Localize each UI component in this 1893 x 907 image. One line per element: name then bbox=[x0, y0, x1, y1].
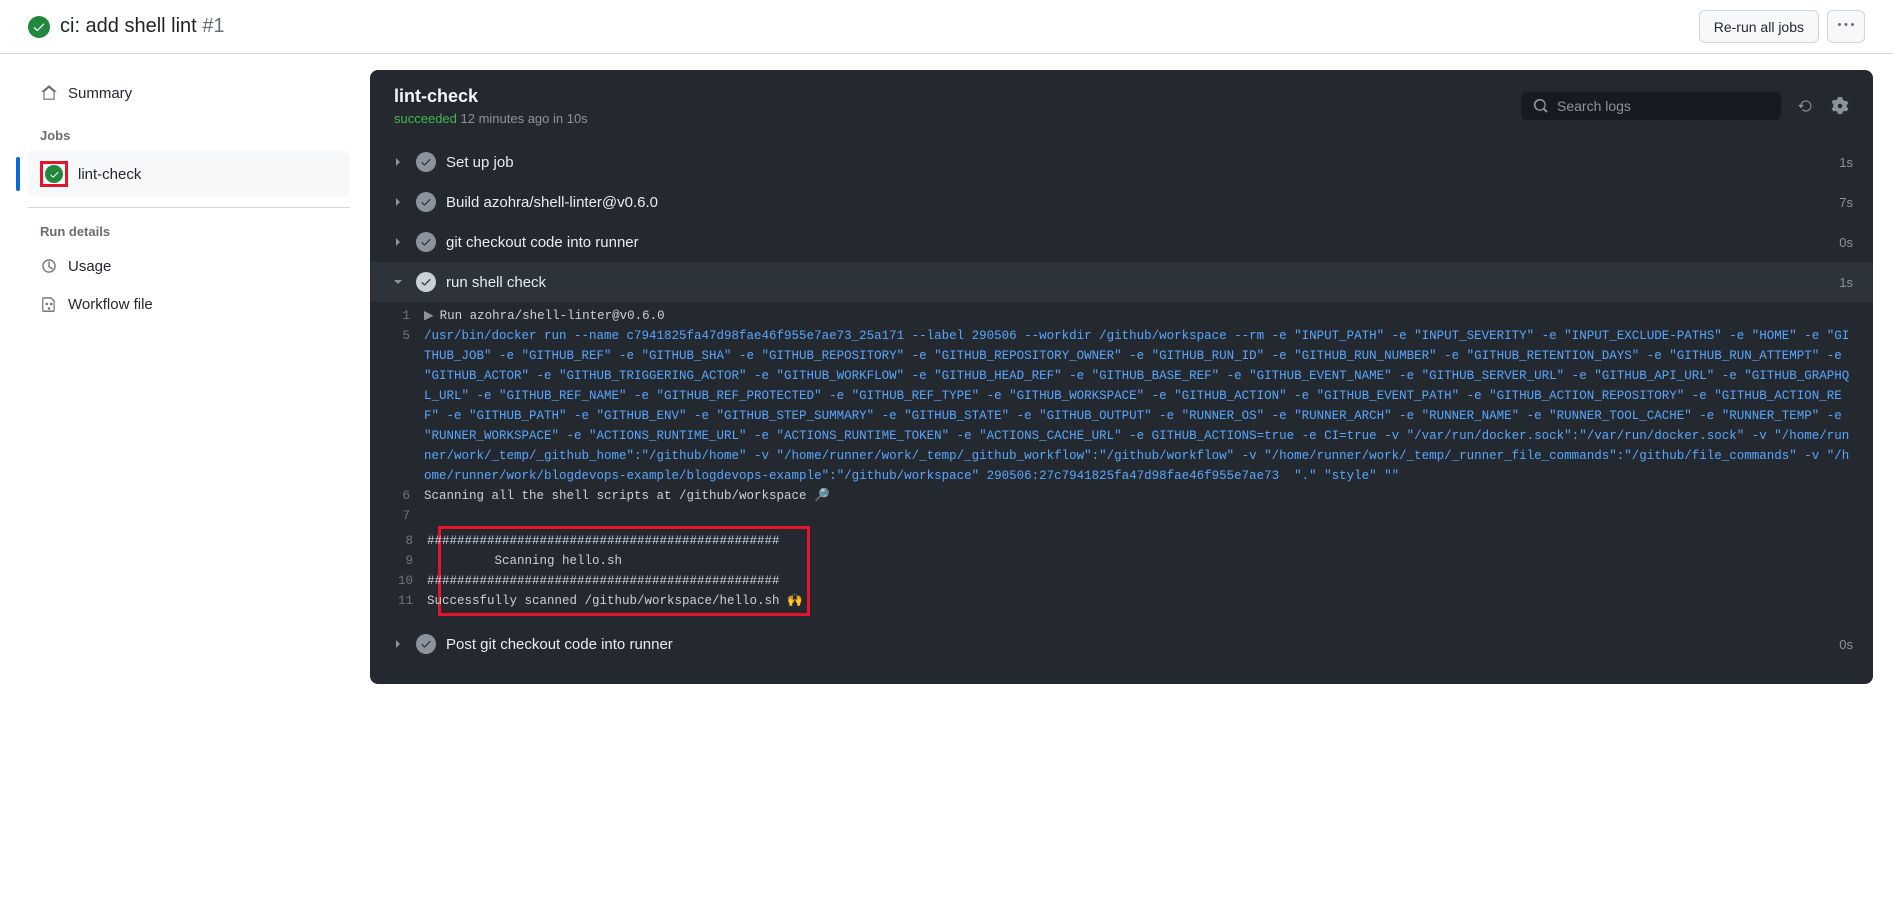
log-line[interactable]: 11Successfully scanned /github/workspace… bbox=[393, 591, 803, 611]
log-output: 1▶Run azohra/shell-linter@v0.6.0 5/usr/b… bbox=[370, 302, 1873, 624]
page-header: ci: add shell lint #1 Re-run all jobs bbox=[0, 0, 1893, 54]
stopwatch-icon bbox=[40, 257, 58, 275]
step-label: Build azohra/shell-linter@v0.6.0 bbox=[446, 194, 1839, 211]
chevron-right-icon bbox=[390, 194, 406, 210]
step-label: Set up job bbox=[446, 154, 1839, 171]
job-label: lint-check bbox=[78, 166, 141, 183]
check-circle-icon bbox=[28, 16, 50, 38]
sidebar-workflow-file[interactable]: Workflow file bbox=[28, 285, 350, 323]
summary-label: Summary bbox=[68, 85, 132, 102]
sidebar-job-lint-check[interactable]: lint-check bbox=[28, 151, 350, 197]
log-text bbox=[424, 506, 1853, 526]
chevron-right-icon bbox=[390, 636, 406, 652]
check-circle-icon bbox=[416, 192, 436, 212]
step-time: 1s bbox=[1839, 155, 1853, 170]
rerun-all-button[interactable]: Re-run all jobs bbox=[1699, 10, 1819, 43]
annotation-highlight bbox=[40, 161, 68, 187]
log-text: ########################################… bbox=[427, 571, 803, 591]
step-time: 7s bbox=[1839, 195, 1853, 210]
log-line[interactable]: 6Scanning all the shell scripts at /gith… bbox=[390, 486, 1853, 506]
workflowfile-label: Workflow file bbox=[68, 296, 153, 313]
steps-list: Set up job 1s Build azohra/shell-linter@… bbox=[370, 136, 1873, 684]
log-text: Scanning hello.sh bbox=[427, 551, 803, 571]
log-line[interactable]: 8#######################################… bbox=[393, 531, 803, 551]
check-circle-icon bbox=[416, 634, 436, 654]
chevron-right-icon bbox=[390, 154, 406, 170]
step-time: 0s bbox=[1839, 637, 1853, 652]
refresh-icon[interactable] bbox=[1797, 97, 1815, 115]
panel-header: lint-check succeeded 12 minutes ago in 1… bbox=[370, 70, 1873, 136]
header-left: ci: add shell lint #1 bbox=[28, 15, 1699, 38]
step-time: 1s bbox=[1839, 275, 1853, 290]
log-text: ########################################… bbox=[427, 531, 803, 551]
status-rest: 12 minutes ago in 10s bbox=[457, 111, 588, 126]
job-title: lint-check bbox=[394, 86, 1521, 107]
job-subtitle: succeeded 12 minutes ago in 10s bbox=[394, 111, 1521, 126]
search-logs[interactable] bbox=[1521, 92, 1781, 120]
title-number: #1 bbox=[202, 15, 224, 37]
panel-header-left: lint-check succeeded 12 minutes ago in 1… bbox=[394, 86, 1521, 126]
panel-tools bbox=[1521, 92, 1849, 120]
sidebar-usage[interactable]: Usage bbox=[28, 247, 350, 285]
chevron-right-icon bbox=[390, 234, 406, 250]
annotation-highlight: 8#######################################… bbox=[438, 526, 810, 616]
sidebar: Summary Jobs lint-check Run details Usag… bbox=[0, 54, 370, 907]
log-line[interactable]: 9 Scanning hello.sh bbox=[393, 551, 803, 571]
status-word: succeeded bbox=[394, 111, 457, 126]
step-time: 0s bbox=[1839, 235, 1853, 250]
check-circle-icon bbox=[45, 165, 63, 183]
search-input[interactable] bbox=[1557, 98, 1769, 114]
search-icon bbox=[1533, 98, 1549, 114]
step-label: Post git checkout code into runner bbox=[446, 636, 1839, 653]
workflow-file-icon bbox=[40, 295, 58, 313]
step-label: run shell check bbox=[446, 274, 1839, 291]
sidebar-summary[interactable]: Summary bbox=[28, 74, 350, 112]
jobs-heading: Jobs bbox=[40, 128, 350, 143]
workflow-title: ci: add shell lint #1 bbox=[60, 15, 225, 38]
kebab-menu-button[interactable] bbox=[1827, 10, 1865, 43]
step-git-checkout[interactable]: git checkout code into runner 0s bbox=[370, 222, 1873, 262]
layout: Summary Jobs lint-check Run details Usag… bbox=[0, 54, 1893, 907]
step-label: git checkout code into runner bbox=[446, 234, 1839, 251]
main: lint-check succeeded 12 minutes ago in 1… bbox=[370, 54, 1893, 907]
gear-icon[interactable] bbox=[1831, 97, 1849, 115]
divider bbox=[28, 207, 350, 208]
log-text: /usr/bin/docker run --name c7941825fa47d… bbox=[424, 326, 1853, 486]
check-circle-icon bbox=[416, 272, 436, 292]
log-line[interactable]: 5/usr/bin/docker run --name c7941825fa47… bbox=[390, 326, 1853, 486]
check-circle-icon bbox=[416, 232, 436, 252]
check-circle-icon bbox=[416, 152, 436, 172]
log-text: Run azohra/shell-linter@v0.6.0 bbox=[440, 309, 665, 323]
usage-label: Usage bbox=[68, 258, 111, 275]
step-run-shell-check[interactable]: run shell check 1s bbox=[370, 262, 1873, 302]
log-text: Successfully scanned /github/workspace/h… bbox=[427, 591, 803, 611]
log-line[interactable]: 10######################################… bbox=[393, 571, 803, 591]
rundetails-heading: Run details bbox=[40, 224, 350, 239]
chevron-down-icon bbox=[390, 274, 406, 290]
home-icon bbox=[40, 84, 58, 102]
title-text: ci: add shell lint bbox=[60, 15, 197, 37]
job-panel: lint-check succeeded 12 minutes ago in 1… bbox=[370, 70, 1873, 684]
step-build[interactable]: Build azohra/shell-linter@v0.6.0 7s bbox=[370, 182, 1873, 222]
header-actions: Re-run all jobs bbox=[1699, 10, 1865, 43]
step-setup-job[interactable]: Set up job 1s bbox=[370, 142, 1873, 182]
step-post-git-checkout[interactable]: Post git checkout code into runner 0s bbox=[370, 624, 1873, 664]
log-line[interactable]: 7 bbox=[390, 506, 1853, 526]
log-line[interactable]: 1▶Run azohra/shell-linter@v0.6.0 bbox=[390, 306, 1853, 326]
log-text: Scanning all the shell scripts at /githu… bbox=[424, 486, 1853, 506]
